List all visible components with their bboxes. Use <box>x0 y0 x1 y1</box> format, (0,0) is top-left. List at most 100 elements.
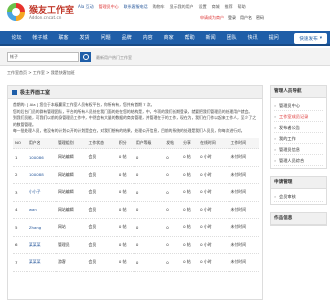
top-link-cart[interactable]: 购物车 <box>153 4 165 10</box>
table-cell: 0 <box>133 148 165 167</box>
sidebar-link[interactable]: 我的工作 <box>274 133 323 144</box>
login-link[interactable]: 登录 <box>228 15 236 21</box>
top-link-contact[interactable]: 联系客服电话 <box>124 4 148 10</box>
table-cell: 1 <box>13 148 27 167</box>
nav-item[interactable]: 快讯 <box>242 34 263 41</box>
chevron-down-icon: ▾ <box>319 36 322 41</box>
top-link-recommend[interactable]: 推荐 <box>225 4 233 10</box>
table-cell: 会员 <box>86 236 117 254</box>
table-cell[interactable]: 小小子 <box>26 183 57 202</box>
table-cell: 会员 <box>86 148 117 167</box>
table-cell[interactable]: wan <box>26 201 57 219</box>
table-cell: 会员 <box>86 218 117 237</box>
top-link-settings[interactable]: 设置 <box>199 4 207 10</box>
quick-publish-button[interactable]: 快速发布 ▾ <box>294 33 327 44</box>
column-header: 发帖 <box>164 137 182 149</box>
logo-icon <box>7 3 25 21</box>
column-header: 积分 <box>116 137 134 149</box>
sidebar-link[interactable]: 发布者公告 <box>274 122 323 133</box>
table-cell: 会员 <box>86 166 117 184</box>
nav-item[interactable]: 论坛 <box>6 34 27 41</box>
sidebar-link[interactable]: 管理员信息 <box>274 144 323 155</box>
table-cell: 0 帖 <box>116 236 134 254</box>
top-links: Ala 互动 管理员中心 联系客服电话 购物车 显示我的用户 设置 商城 推荐 … <box>78 3 328 11</box>
top-link-user[interactable]: Ala 互动 <box>78 4 94 10</box>
staff-table: NO 用户名 管理组别 工作状态 积分 用户等级 发帖 分享 在线时间 工作时间… <box>13 137 259 272</box>
table-cell: 网站编辑 <box>56 166 87 184</box>
apply-merchant-link[interactable]: 申请成为商户 <box>200 15 224 21</box>
sidebar-link[interactable]: 管理员中心 <box>274 100 323 111</box>
nav-item[interactable]: 新闻 <box>200 34 221 41</box>
top-link-admin[interactable]: 管理员中心 <box>99 4 119 10</box>
table-cell: 0 小时 <box>198 183 229 202</box>
site-logo[interactable]: 猴友工作室 Addon.cncat.cn <box>7 2 74 26</box>
sidebar-link[interactable]: 管理人员综合 <box>274 155 323 166</box>
table-cell: 0 <box>133 166 165 184</box>
nav-item[interactable]: 提问 <box>263 34 284 41</box>
nav-item[interactable]: 商家 <box>158 34 179 41</box>
table-cell: 0 帖 <box>116 218 134 237</box>
nav-item[interactable]: 帐子城 <box>27 34 53 41</box>
nav-item[interactable]: 内容 <box>137 34 158 41</box>
table-cell: 0 小时 <box>198 253 229 272</box>
table-cell: 网站编辑 <box>56 148 87 167</box>
table-cell: 0 小时 <box>198 236 229 254</box>
table-cell[interactable]: 某某某 <box>26 236 57 254</box>
sidebar-link[interactable]: 工作室成员记录 <box>274 111 323 122</box>
nav-item[interactable]: 发货 <box>74 34 95 41</box>
table-cell: 4 <box>13 201 27 219</box>
nav-item[interactable]: 帮助 <box>179 34 200 41</box>
table-cell: 0 小时 <box>198 201 229 219</box>
table-cell: 0 帖 <box>116 183 134 202</box>
panel-icon <box>12 89 17 95</box>
main-nav: 论坛 帐子城 联客 发货 问题 品牌 内容 商家 帮助 新闻 团队 快讯 提问 … <box>0 31 330 46</box>
admin-nav-title: 管理人员导航 <box>271 86 326 98</box>
nav-item[interactable]: 团队 <box>221 34 242 41</box>
table-cell: 未付时间 <box>228 183 259 202</box>
table-row: 4 wan 网站编辑 会员 0 帖000 帖0 小时 未付时间 <box>13 201 259 219</box>
column-header: 在线时间 <box>198 137 229 149</box>
search-input[interactable]: 帐子 <box>7 52 79 62</box>
top-link-mall[interactable]: 商城 <box>212 4 220 10</box>
table-cell: 2 <box>13 166 27 184</box>
table-cell: 会员 <box>86 183 117 202</box>
admin-nav-box: 管理人员导航 管理员中心工作室成员记录发布者公告我的工作管理员信息管理人员综合 <box>270 85 327 169</box>
nav-item[interactable]: 联客 <box>53 34 74 41</box>
table-cell: 0 帖 <box>116 253 134 272</box>
sidebar-link[interactable]: 会员审核 <box>274 191 323 202</box>
table-cell[interactable]: Zhang <box>26 218 57 237</box>
publish-label: 快速发布 <box>299 36 318 42</box>
table-cell: 0 <box>133 183 165 202</box>
username-link[interactable]: 用户名 <box>240 15 252 21</box>
panel-title: 极主界面工室 <box>20 89 51 96</box>
search-icon[interactable] <box>80 52 91 62</box>
table-cell: 0 小时 <box>198 148 229 167</box>
table-cell: 0 帖 <box>116 148 134 167</box>
table-cell: 7 <box>13 253 27 272</box>
top-link-help[interactable]: 帮助 <box>238 4 246 10</box>
table-cell: 会员 <box>86 253 117 272</box>
table-cell: 游客 <box>56 253 87 272</box>
table-cell: 未付时间 <box>228 166 259 184</box>
nav-item[interactable]: 问题 <box>95 34 116 41</box>
panel-header: 极主界面工室 <box>8 86 262 99</box>
login-links: 申请成为商户 登录 用户名 密码 <box>200 14 328 22</box>
table-cell: 3 <box>13 183 27 202</box>
hot-keywords[interactable]: 最新用户热门工作室 <box>96 55 132 61</box>
apply-box: 申请管理 会员审核 <box>270 176 327 205</box>
table-cell: 未付时间 <box>228 148 259 167</box>
nav-item[interactable]: 品牌 <box>116 34 137 41</box>
table-row: 6 某某某 管理员 会员 0 帖000 帖0 小时 未付时间 <box>13 236 259 254</box>
table-header-row: NO 用户名 管理组别 工作状态 积分 用户等级 发帖 分享 在线时间 工作时间 <box>13 137 259 149</box>
table-cell: 未付时间 <box>228 253 259 272</box>
password-link[interactable]: 密码 <box>256 15 264 21</box>
table-cell: 5 <box>13 218 27 237</box>
table-cell[interactable]: 100086 <box>26 148 57 167</box>
table-cell[interactable]: 100088 <box>26 166 57 184</box>
table-cell[interactable]: 某某某 <box>26 253 57 272</box>
works-title: 作品信息 <box>271 213 326 225</box>
top-link-my-users[interactable]: 显示我的用户 <box>170 4 194 10</box>
table-cell: 0 帖 <box>181 218 199 237</box>
apply-title: 申请管理 <box>271 177 326 189</box>
table-cell: 网站编辑 <box>56 183 87 202</box>
